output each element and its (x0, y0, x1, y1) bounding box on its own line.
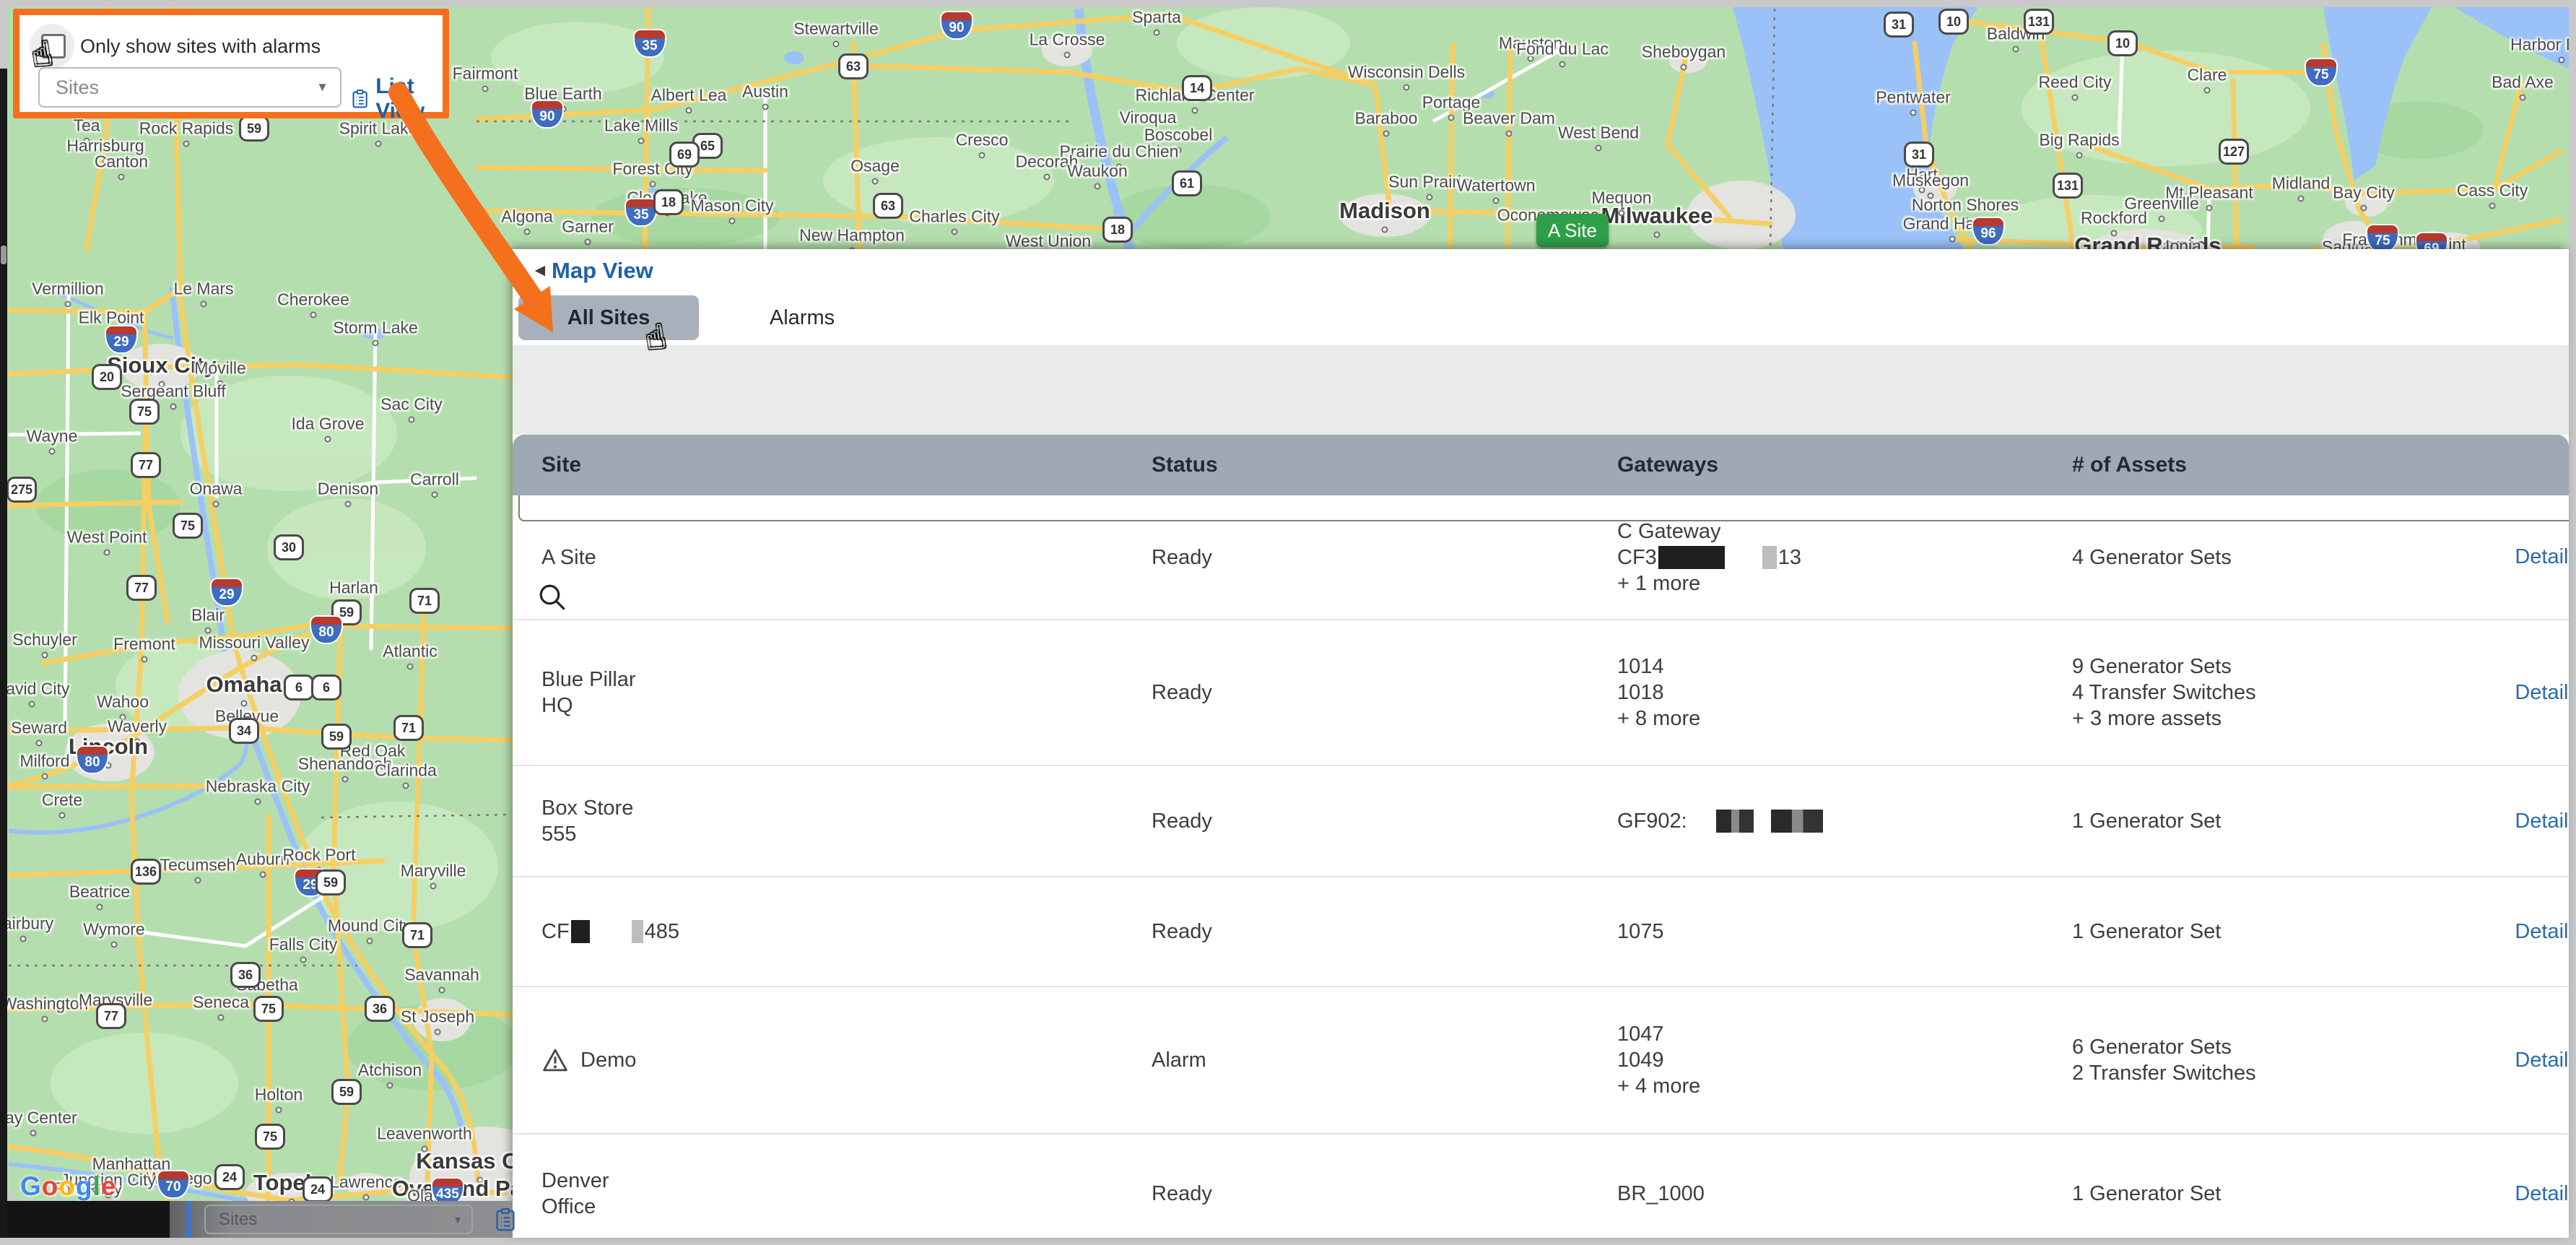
alarms-only-checkbox-label: Only show sites with alarms (80, 35, 321, 58)
table-row: Blue PillarHQReady 10141018+ 8 more9 Gene… (513, 620, 2569, 766)
gateways-cell: C GatewayCF313+ 1 more (1617, 495, 2065, 619)
details-link[interactable]: Details (2515, 1135, 2569, 1238)
table-row: CF485 Ready 10751 Generator SetDetails (513, 877, 2569, 987)
status-cell: Ready (1152, 495, 1513, 619)
assets-cell: 1 Generator Set (2072, 766, 2569, 876)
tab-bar: All Sites Alarms (518, 295, 863, 340)
column-header: Gateways (1617, 435, 1718, 495)
site-cell: Demo (541, 987, 1119, 1133)
site-cell: A Site (541, 495, 1119, 619)
table-body: A Site Ready C GatewayCF313+ 1 more4 Gener… (513, 495, 2569, 1238)
assets-cell: 4 Generator Sets (2072, 495, 2569, 619)
table-row: A Site Ready C GatewayCF313+ 1 more4 Gener… (513, 495, 2569, 620)
gateways-cell: 10471049+ 4 more (1617, 987, 2065, 1133)
tab-all-sites[interactable]: All Sites (518, 295, 699, 340)
sites-list-panel: ◄ Map View All Sites Alarms Search ... Si… (513, 249, 2569, 1238)
details-link[interactable]: Details (2515, 987, 2569, 1133)
tab-alarms[interactable]: Alarms (741, 295, 863, 340)
scrollbar-thumb[interactable] (1, 246, 6, 264)
list-view-icon (493, 1207, 518, 1233)
status-cell: Ready (1152, 620, 1513, 765)
list-view-icon (350, 84, 370, 113)
details-link[interactable]: Details (2515, 877, 2569, 986)
back-arrow-icon: ◄ (531, 261, 549, 281)
background-sites-dropdown-value: Sites (219, 1210, 453, 1230)
site-cell: DenverOffice (541, 1135, 1119, 1238)
table-row: DenverOffice Ready BR_10001 Generator SetD… (513, 1135, 2569, 1238)
assets-cell: 1 Generator Set (2072, 1135, 2569, 1238)
details-link[interactable]: Details (2515, 766, 2569, 876)
background-page-toolbar: Sites ▼ (7, 1201, 513, 1238)
table-row: Box Store555 Ready GF902:1 Generator SetDe… (513, 766, 2569, 877)
background-sites-dropdown[interactable]: Sites ▼ (204, 1205, 473, 1234)
assets-cell: 1 Generator Set (2072, 877, 2569, 986)
column-header: Status (1152, 435, 1218, 495)
gateways-cell: 1075 (1617, 877, 2065, 986)
map-view-link[interactable]: Map View (552, 258, 653, 284)
map-site-marker[interactable]: A Site (1536, 214, 1609, 247)
list-view-label: List View (375, 74, 443, 123)
alarms-only-checkbox[interactable] (41, 34, 66, 58)
assets-cell: 6 Generator Sets2 Transfer Switches (2072, 987, 2569, 1133)
details-link[interactable]: Details (2515, 495, 2569, 619)
chevron-down-icon: ▼ (316, 80, 328, 95)
screenshot-stage: Rock RapidsSpirit LakeMilfordEstherville… (0, 0, 2576, 1245)
site-cell: Blue PillarHQ (541, 620, 1119, 765)
status-cell: Ready (1152, 1135, 1513, 1238)
gateways-cell: BR_1000 (1617, 1135, 2065, 1238)
gateways-cell: 10141018+ 8 more (1617, 620, 2065, 765)
status-cell: Ready (1152, 877, 1513, 986)
redaction-bar (571, 920, 590, 943)
column-header: # of Assets (2072, 435, 2187, 495)
dimmed-toolbar: Sites ▼ (170, 1201, 513, 1238)
status-cell: Alarm (1152, 987, 1513, 1133)
redaction-bar (1658, 546, 1725, 569)
site-cell: CF485 (541, 877, 1119, 986)
annotation-callout: Only show sites with alarms Sites ▼ List… (13, 9, 449, 118)
assets-cell: 9 Generator Sets4 Transfer Switches+ 3 m… (2072, 620, 2569, 765)
status-cell: Ready (1152, 766, 1513, 876)
redaction-bar (1716, 810, 1754, 833)
focus-accent-line (186, 1201, 191, 1238)
table-header: Site Status Gateways # of Assets (513, 435, 2569, 495)
sites-dropdown-value: Sites (56, 77, 316, 99)
table-row: DemoAlarm 10471049+ 4 more6 Generator Set… (513, 987, 2569, 1135)
column-header: Site (541, 435, 581, 495)
background-page-left-edge (0, 69, 7, 1238)
alarm-warning-icon (541, 1048, 569, 1072)
site-cell: Box Store555 (541, 766, 1119, 876)
redaction-bar (1762, 546, 1777, 569)
search-zone: Search ... (513, 345, 2569, 435)
redaction-bar (1771, 810, 1823, 833)
sites-dropdown[interactable]: Sites ▼ (38, 67, 341, 108)
chevron-down-icon: ▼ (453, 1214, 463, 1226)
list-view-button[interactable]: List View (350, 74, 443, 123)
details-link[interactable]: Details (2515, 620, 2569, 765)
gateways-cell: GF902: (1617, 766, 2065, 876)
redaction-bar (632, 920, 643, 943)
